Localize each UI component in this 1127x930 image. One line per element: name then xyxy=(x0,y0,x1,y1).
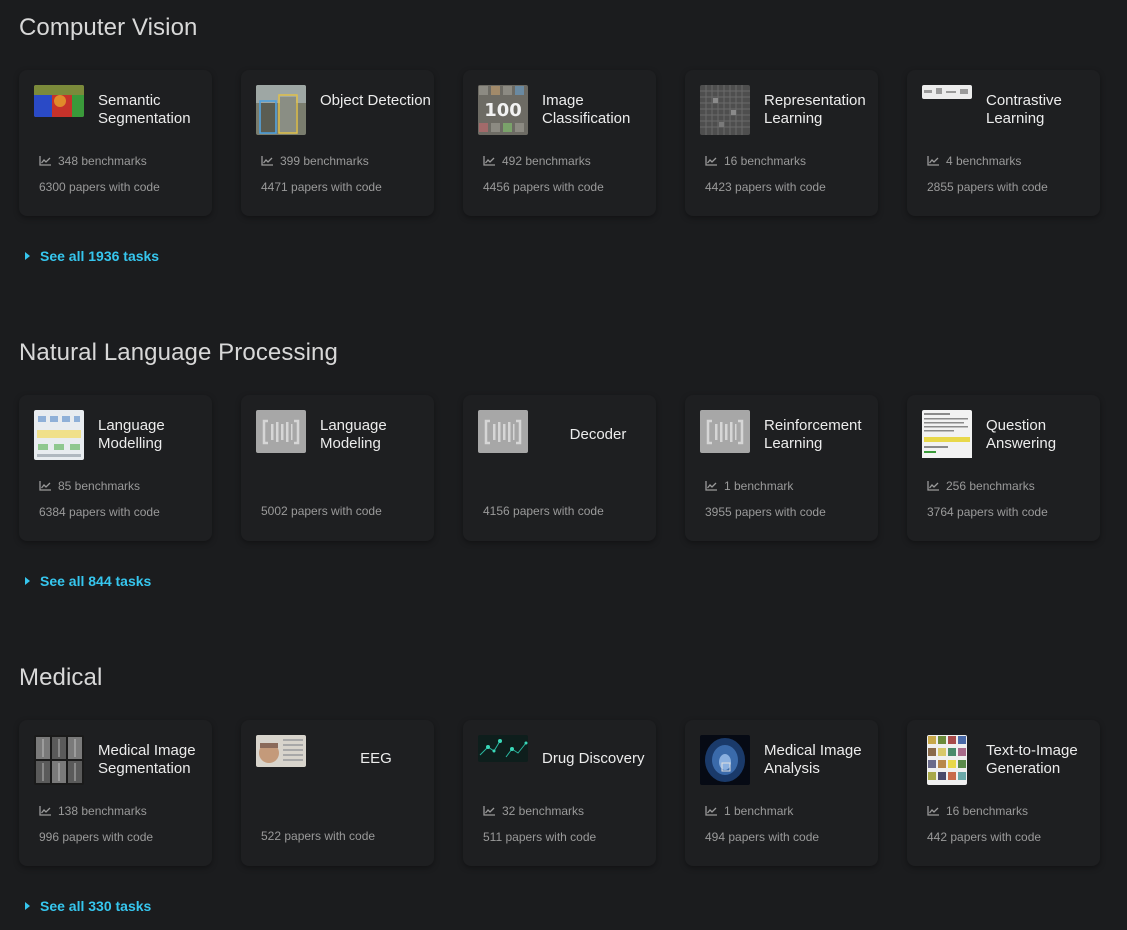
task-name: Drug Discovery xyxy=(542,750,645,767)
task-thumbnail xyxy=(700,735,750,785)
task-thumbnail: 100 xyxy=(478,85,528,135)
task-thumbnail xyxy=(700,85,750,135)
task-thumbnail xyxy=(34,85,84,117)
benchmark-count: 348 benchmarks xyxy=(39,154,147,168)
benchmark-count: 492 benchmarks xyxy=(483,154,591,168)
see-all-tasks-link[interactable]: See all 330 tasks xyxy=(25,898,151,914)
task-card-drug-discovery[interactable]: Drug Discovery 32 benchmarks 511 papers … xyxy=(463,720,656,866)
task-card-reinforcement-learning[interactable]: Reinforcement Learning 1 benchmark 3955 … xyxy=(685,395,878,541)
papers-count: 6384 papers with code xyxy=(39,505,160,519)
papers-count: 4456 papers with code xyxy=(483,180,604,194)
section-title: Natural Language Processing xyxy=(19,339,338,366)
placeholder-icon xyxy=(256,410,306,453)
task-name: Language Modeling xyxy=(320,417,387,452)
task-name: Text-to-Image Generation xyxy=(986,742,1078,777)
papers-count: 4471 papers with code xyxy=(261,180,382,194)
task-card-medical-image-segmentation[interactable]: Medical Image Segmentation 138 benchmark… xyxy=(19,720,212,866)
task-card-semantic-segmentation[interactable]: Semantic Segmentation 348 benchmarks 630… xyxy=(19,70,212,216)
placeholder-icon xyxy=(700,410,750,453)
chart-line-icon xyxy=(39,156,51,166)
benchmark-count: 85 benchmarks xyxy=(39,479,140,493)
task-card-question-answering[interactable]: Question Answering 256 benchmarks 3764 p… xyxy=(907,395,1100,541)
task-thumbnail xyxy=(922,85,972,99)
section-title: Medical xyxy=(19,664,103,691)
task-thumbnail xyxy=(256,735,306,767)
placeholder-icon xyxy=(478,410,528,453)
task-card-representation-learning[interactable]: Representation Learning 16 benchmarks 44… xyxy=(685,70,878,216)
chart-line-icon xyxy=(927,806,939,816)
task-name: Question Answering xyxy=(986,417,1057,452)
chart-line-icon xyxy=(261,156,273,166)
task-thumbnail xyxy=(34,735,84,785)
benchmark-count: 138 benchmarks xyxy=(39,804,147,818)
task-card-text-to-image-generation[interactable]: Text-to-Image Generation 16 benchmarks 4… xyxy=(907,720,1100,866)
task-name: Object Detection xyxy=(320,92,431,109)
benchmark-count: 16 benchmarks xyxy=(927,804,1028,818)
papers-count: 511 papers with code xyxy=(483,830,597,844)
task-card-language-modeling[interactable]: Language Modeling 5002 papers with code xyxy=(241,395,434,541)
papers-count: 442 papers with code xyxy=(927,830,1042,844)
benchmark-count: 32 benchmarks xyxy=(483,804,584,818)
papers-count: 522 papers with code xyxy=(261,829,376,843)
task-name: Decoder xyxy=(569,426,627,443)
caret-right-icon xyxy=(25,902,30,910)
task-thumbnail xyxy=(922,410,972,460)
task-card-eeg[interactable]: EEG 522 papers with code xyxy=(241,720,434,866)
chart-line-icon xyxy=(927,156,939,166)
task-thumbnail xyxy=(478,735,528,762)
chart-line-icon xyxy=(705,156,717,166)
papers-count: 3955 papers with code xyxy=(705,505,826,519)
papers-count: 4156 papers with code xyxy=(483,504,604,518)
task-name: Medical Image Analysis xyxy=(764,742,862,777)
task-thumbnail xyxy=(256,85,306,135)
chart-line-icon xyxy=(483,156,495,166)
papers-count: 996 papers with code xyxy=(39,830,154,844)
papers-count: 6300 papers with code xyxy=(39,180,160,194)
papers-count: 2855 papers with code xyxy=(927,180,1048,194)
chart-line-icon xyxy=(705,481,717,491)
task-thumbnail xyxy=(34,410,84,460)
see-all-tasks-link[interactable]: See all 844 tasks xyxy=(25,573,151,589)
task-card-decoder[interactable]: Decoder 4156 papers with code xyxy=(463,395,656,541)
task-card-medical-image-analysis[interactable]: Medical Image Analysis 1 benchmark 494 p… xyxy=(685,720,878,866)
task-name: Reinforcement Learning xyxy=(764,417,862,452)
task-name: Medical Image Segmentation xyxy=(98,742,196,777)
task-card-contrastive-learning[interactable]: Contrastive Learning 4 benchmarks 2855 p… xyxy=(907,70,1100,216)
benchmark-count: 256 benchmarks xyxy=(927,479,1035,493)
benchmark-count: 399 benchmarks xyxy=(261,154,369,168)
benchmark-count: 1 benchmark xyxy=(705,479,793,493)
papers-count: 5002 papers with code xyxy=(261,504,382,518)
task-card-image-classification[interactable]: 100 Image Classification 492 benchmarks … xyxy=(463,70,656,216)
svg-text:100: 100 xyxy=(484,100,522,121)
caret-right-icon xyxy=(25,252,30,260)
benchmark-count: 16 benchmarks xyxy=(705,154,806,168)
benchmark-count: 4 benchmarks xyxy=(927,154,1021,168)
task-card-language-modelling[interactable]: Language Modelling 85 benchmarks 6384 pa… xyxy=(19,395,212,541)
see-all-tasks-link[interactable]: See all 1936 tasks xyxy=(25,248,159,264)
chart-line-icon xyxy=(39,806,51,816)
papers-count: 3764 papers with code xyxy=(927,505,1048,519)
task-name: Semantic Segmentation xyxy=(98,92,191,127)
papers-count: 4423 papers with code xyxy=(705,180,826,194)
benchmark-count: 1 benchmark xyxy=(705,804,793,818)
caret-right-icon xyxy=(25,577,30,585)
task-name: Language Modelling xyxy=(98,417,165,452)
task-name: Image Classification xyxy=(542,92,631,127)
chart-line-icon xyxy=(39,481,51,491)
task-name: EEG xyxy=(360,750,392,767)
task-name: Contrastive Learning xyxy=(986,92,1062,127)
section-title: Computer Vision xyxy=(19,14,198,41)
chart-line-icon xyxy=(927,481,939,491)
task-thumbnail xyxy=(927,735,967,785)
task-card-object-detection[interactable]: Object Detection 399 benchmarks 4471 pap… xyxy=(241,70,434,216)
chart-line-icon xyxy=(483,806,495,816)
papers-count: 494 papers with code xyxy=(705,830,820,844)
task-name: Representation Learning xyxy=(764,92,866,127)
chart-line-icon xyxy=(705,806,717,816)
